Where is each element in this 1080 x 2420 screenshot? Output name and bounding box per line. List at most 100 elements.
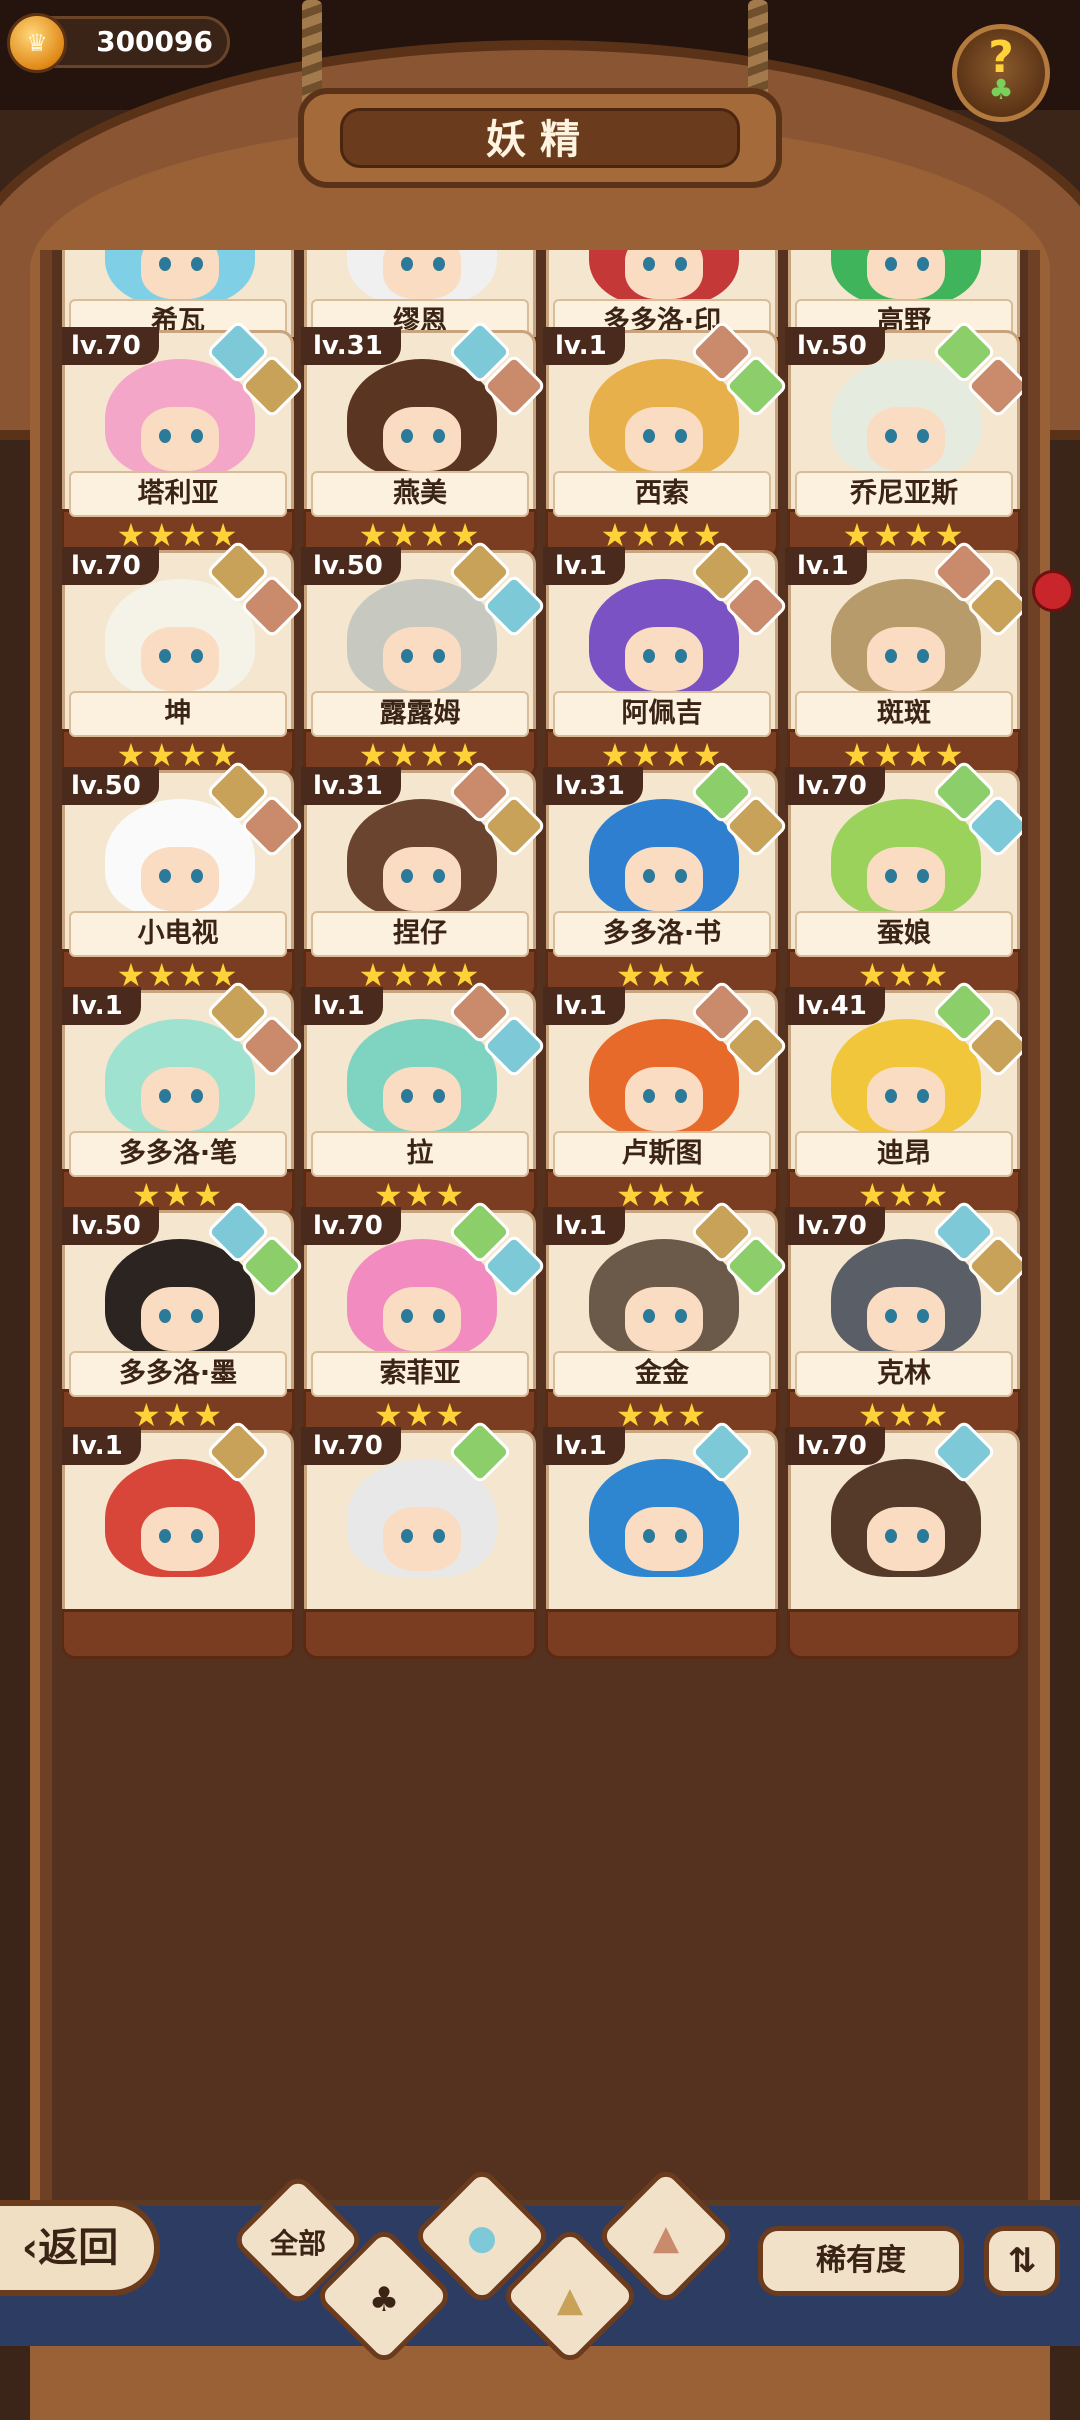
fairy-name: 斑斑 [795, 691, 1013, 737]
portrait-eye [885, 1089, 897, 1103]
portrait-eye [917, 257, 929, 271]
fairy-card[interactable]: lv.70 克林 ★★★ [785, 1199, 1022, 1439]
fairy-portrait [105, 250, 255, 305]
portrait-eye [159, 1529, 171, 1543]
sort-order-button[interactable]: ⇅ [984, 2226, 1060, 2296]
portrait-face [625, 1067, 703, 1131]
portrait-eye [675, 429, 687, 443]
level-badge: lv.1 [785, 547, 867, 585]
fairy-name: 燕美 [311, 471, 529, 517]
fairy-card[interactable]: lv.1 斑斑 ★★★★ [785, 539, 1022, 779]
portrait-eye [917, 429, 929, 443]
earth-mountain-icon: ▲ [556, 2280, 584, 2320]
fairy-name: 露露姆 [311, 691, 529, 737]
portrait-eye [675, 1089, 687, 1103]
portrait-face [141, 407, 219, 471]
portrait-face [383, 250, 461, 299]
fairy-name: 索菲亚 [311, 1351, 529, 1397]
portrait-eye [433, 257, 445, 271]
portrait-face [383, 1067, 461, 1131]
portrait-eye [675, 649, 687, 663]
rarity-sort-button[interactable]: 稀有度 [758, 2226, 964, 2296]
fairy-card[interactable]: lv.31 燕美 ★★★★ [301, 319, 547, 559]
fairy-name: 克林 [795, 1351, 1013, 1397]
portrait-eye [917, 1089, 929, 1103]
portrait-face [625, 627, 703, 691]
portrait-face [141, 847, 219, 911]
fairy-portrait [831, 250, 981, 305]
level-badge: lv.1 [301, 987, 383, 1025]
fairy-card[interactable]: lv.50 露露姆 ★★★★ [301, 539, 547, 779]
level-badge: lv.1 [543, 547, 625, 585]
fairy-card[interactable]: lv.1 卢斯图 ★★★ [543, 979, 789, 1219]
fairy-name: 坤 [69, 691, 287, 737]
portrait-eye [433, 1309, 445, 1323]
portrait-face [625, 407, 703, 471]
level-badge: lv.1 [543, 327, 625, 365]
fairy-card[interactable]: lv.50 多多洛·墨 ★★★ [62, 1199, 305, 1439]
help-button[interactable]: ? ♣ [952, 24, 1050, 122]
level-badge: lv.70 [301, 1207, 401, 1245]
fairy-card[interactable]: lv.70 [785, 1419, 1021, 1659]
fairy-card[interactable]: lv.70 蚕娘 ★★★ [785, 759, 1022, 999]
portrait-face [867, 250, 945, 299]
portrait-eye [401, 1309, 413, 1323]
portrait-eye [191, 869, 203, 883]
back-arrow-icon: ‹ [21, 2225, 39, 2271]
level-badge: lv.31 [543, 767, 643, 805]
fairy-name: 阿佩吉 [553, 691, 771, 737]
portrait-face [867, 1067, 945, 1131]
fairy-card[interactable]: lv.31 多多洛·书 ★★★ [543, 759, 789, 999]
fairy-card[interactable]: lv.50 乔尼亚斯 ★★★★ [785, 319, 1022, 559]
fairy-card[interactable]: lv.1 金金 ★★★ [543, 1199, 789, 1439]
level-badge: lv.1 [62, 987, 141, 1025]
portrait-eye [159, 429, 171, 443]
fairy-card[interactable]: lv.1 多多洛·笔 ★★★ [62, 979, 305, 1219]
fairy-card[interactable]: lv.41 迪昂 ★★★ [785, 979, 1022, 1219]
fairy-card[interactable]: lv.70 坤 ★★★★ [62, 539, 305, 779]
portrait-eye [885, 257, 897, 271]
portrait-face [625, 1287, 703, 1351]
portrait-eye [917, 869, 929, 883]
fairy-card[interactable]: lv.1 拉 ★★★ [301, 979, 547, 1219]
portrait-eye [401, 1529, 413, 1543]
scroll-indicator[interactable] [1032, 570, 1074, 612]
back-button-label: 返回 [38, 2225, 119, 2271]
fairy-name: 塔利亚 [69, 471, 287, 517]
portrait-face [625, 1507, 703, 1571]
portrait-face [141, 1287, 219, 1351]
portrait-eye [159, 257, 171, 271]
fairy-card[interactable]: lv.1 阿佩吉 ★★★★ [543, 539, 789, 779]
portrait-face [141, 1507, 219, 1571]
fairy-card[interactable]: lv.70 塔利亚 ★★★★ [62, 319, 305, 559]
level-badge: lv.1 [62, 1427, 141, 1465]
portrait-eye [191, 429, 203, 443]
fire-mountain-icon: ▲ [652, 2218, 680, 2258]
portrait-eye [191, 649, 203, 663]
portrait-eye [643, 1529, 655, 1543]
fairy-card[interactable]: lv.1 西索 ★★★★ [543, 319, 789, 559]
portrait-eye [191, 1309, 203, 1323]
fairy-card[interactable]: lv.1 [62, 1419, 295, 1659]
fairy-card[interactable]: lv.50 小电视 ★★★★ [62, 759, 305, 999]
portrait-eye [885, 649, 897, 663]
level-badge: lv.50 [62, 767, 159, 805]
portrait-eye [159, 869, 171, 883]
portrait-eye [433, 869, 445, 883]
portrait-eye [675, 1529, 687, 1543]
portrait-eye [643, 1309, 655, 1323]
level-badge: lv.1 [543, 987, 625, 1025]
fairy-name: 多多洛·笔 [69, 1131, 287, 1177]
fairy-card[interactable]: lv.1 [543, 1419, 779, 1659]
portrait-eye [433, 1529, 445, 1543]
portrait-eye [885, 1529, 897, 1543]
level-badge: lv.50 [301, 547, 401, 585]
fairy-name: 乔尼亚斯 [795, 471, 1013, 517]
fairy-card[interactable]: lv.70 [301, 1419, 537, 1659]
fairy-card[interactable]: lv.31 捏仔 ★★★★ [301, 759, 547, 999]
portrait-eye [191, 257, 203, 271]
back-button[interactable]: ‹返回 [0, 2200, 160, 2296]
fairy-card[interactable]: lv.70 索菲亚 ★★★ [301, 1199, 547, 1439]
level-badge: lv.70 [62, 547, 159, 585]
fairy-name: 卢斯图 [553, 1131, 771, 1177]
